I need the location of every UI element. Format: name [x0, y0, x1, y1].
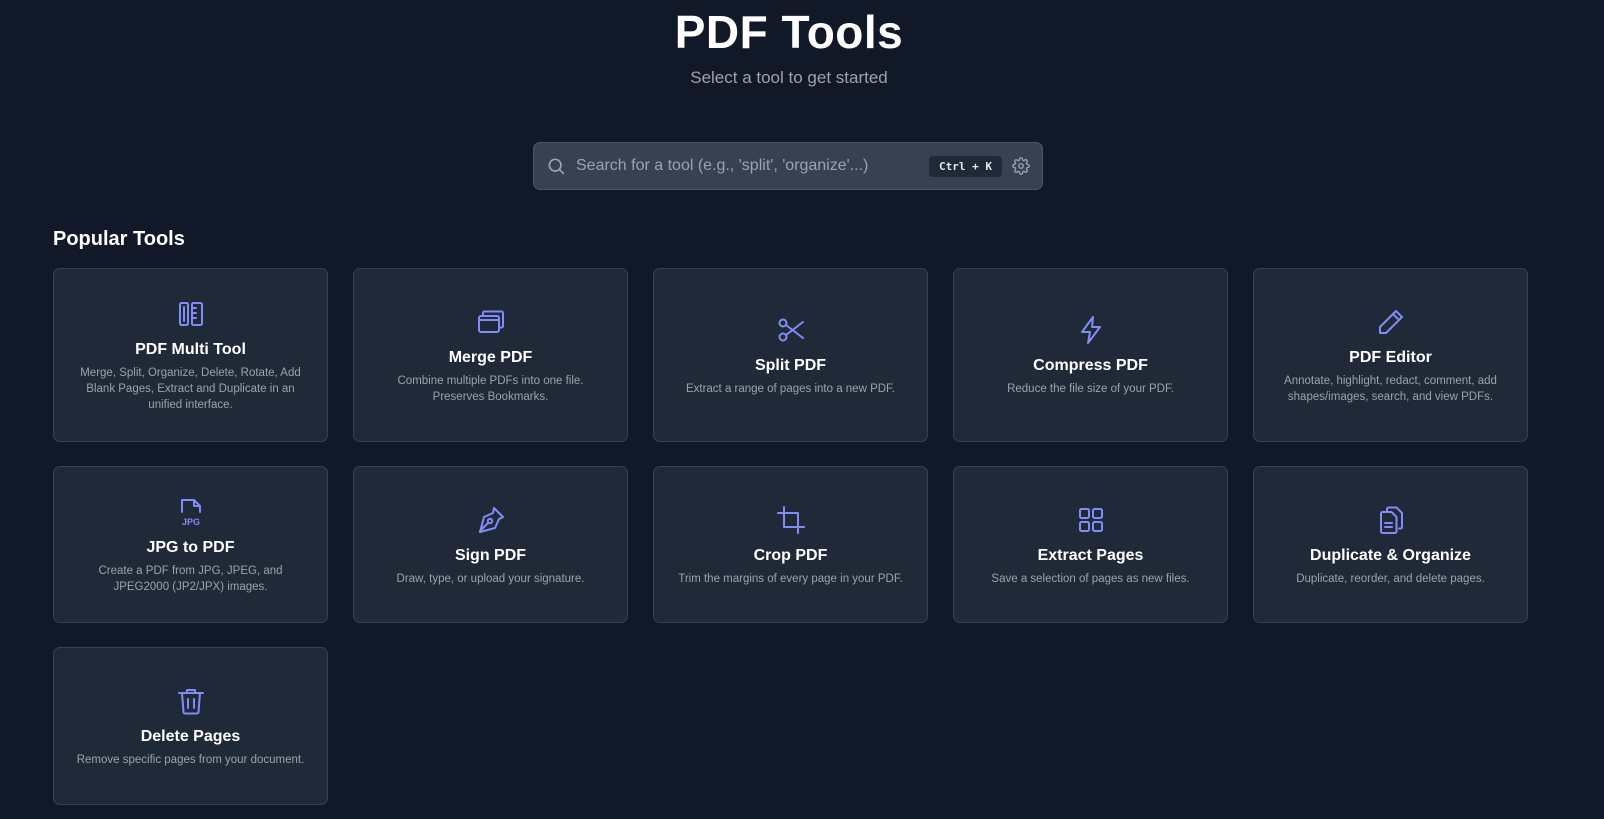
tool-description: Extract a range of pages into a new PDF. — [685, 383, 896, 395]
tool-description: Draw, type, or upload your signature. — [396, 572, 585, 585]
search-bar[interactable]: Ctrl + K — [533, 142, 1043, 190]
tool-card-split-pdf[interactable]: Split PDF Extract a range of pages into … — [653, 268, 928, 442]
tool-card-pdf-editor[interactable]: PDF Editor Annotate, highlight, redact, … — [1253, 268, 1528, 442]
tool-card-duplicate-organize[interactable]: Duplicate & Organize Duplicate, reorder,… — [1253, 466, 1528, 623]
tool-card-sign-pdf[interactable]: Sign PDF Draw, type, or upload your sign… — [353, 466, 628, 623]
page-title: PDF Tools — [674, 6, 904, 58]
tool-description: Duplicate, reorder, and delete pages. — [1296, 572, 1485, 585]
tool-card-compress-pdf[interactable]: Compress PDF Reduce the file size of you… — [953, 268, 1228, 442]
tool-description: Trim the margins of every page in your P… — [678, 572, 903, 585]
tool-name: Delete Pages — [140, 728, 241, 745]
search-input[interactable] — [576, 143, 930, 189]
tools-grid: PDF Multi Tool Merge, Split, Organize, D… — [53, 268, 1528, 805]
jpg-file-icon: JPG — [174, 495, 208, 529]
tool-name: Duplicate & Organize — [1310, 546, 1471, 564]
tool-name: Compress PDF — [1033, 357, 1148, 374]
tool-description: Remove specific pages from your document… — [76, 754, 305, 766]
tool-description: Create a PDF from JPG, JPEG, and JPEG200… — [98, 564, 283, 593]
tool-card-crop-pdf[interactable]: Crop PDF Trim the margins of every page … — [653, 466, 928, 623]
tool-card-pdf-multi-tool[interactable]: PDF Multi Tool Merge, Split, Organize, D… — [53, 268, 328, 442]
tool-description: Reduce the file size of your PDF. — [1007, 383, 1174, 395]
tool-card-delete-pages[interactable]: Delete Pages Remove specific pages from … — [53, 647, 328, 805]
tool-name: Crop PDF — [753, 546, 828, 564]
crop-icon — [774, 503, 808, 537]
tool-name: Merge PDF — [448, 349, 533, 366]
tool-card-jpg-to-pdf[interactable]: JPG JPG to PDF Create a PDF from JPG, JP… — [53, 466, 328, 623]
scissors-icon — [774, 313, 808, 347]
grid-icon — [1074, 503, 1108, 537]
tool-description: Combine multiple PDFs into one file. Pre… — [397, 375, 584, 403]
tool-name: PDF Editor — [1349, 349, 1432, 366]
copy-document-icon — [1374, 503, 1408, 537]
page: PDF Tools Select a tool to get started C… — [0, 0, 1604, 819]
tool-name: Extract Pages — [1037, 546, 1144, 564]
lightning-icon — [1074, 313, 1108, 347]
tool-name: PDF Multi Tool — [135, 341, 246, 358]
gear-icon[interactable] — [1012, 157, 1030, 175]
layers-icon — [474, 305, 508, 339]
multi-tool-icon — [174, 297, 208, 331]
tool-card-merge-pdf[interactable]: Merge PDF Combine multiple PDFs into one… — [353, 268, 628, 442]
section-title-popular-tools: Popular Tools — [53, 228, 185, 250]
svg-text:JPG: JPG — [181, 517, 199, 527]
pencil-icon — [1374, 305, 1408, 339]
search-icon — [546, 156, 566, 176]
keyboard-shortcut-hint: Ctrl + K — [929, 155, 1002, 177]
tool-name: Sign PDF — [454, 546, 527, 564]
pen-nib-icon — [474, 503, 508, 537]
tool-description: Save a selection of pages as new files. — [991, 572, 1190, 585]
tool-name: JPG to PDF — [146, 538, 235, 556]
trash-icon — [174, 684, 208, 718]
tool-card-extract-pages[interactable]: Extract Pages Save a selection of pages … — [953, 466, 1228, 623]
tool-description: Annotate, highlight, redact, comment, ad… — [1284, 375, 1497, 403]
tool-description: Merge, Split, Organize, Delete, Rotate, … — [80, 367, 301, 411]
tool-name: Split PDF — [754, 357, 827, 374]
page-subtitle: Select a tool to get started — [690, 68, 888, 87]
